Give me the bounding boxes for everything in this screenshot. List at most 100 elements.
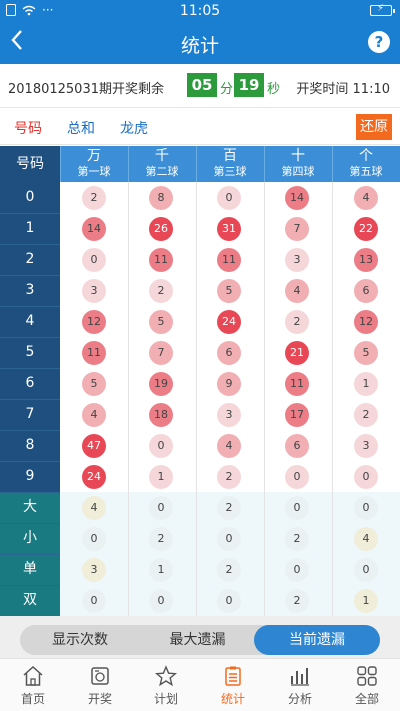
- nav-analysis[interactable]: 分析: [267, 659, 333, 711]
- nav-stats[interactable]: 统计: [200, 659, 266, 711]
- miss-count-cell: 0: [354, 465, 378, 489]
- miss-count-cell: 0: [354, 496, 378, 520]
- miss-count-cell: 0: [149, 496, 173, 520]
- miss-count-cell: 4: [217, 434, 241, 458]
- miss-count-cell: 0: [149, 589, 173, 613]
- miss-count-cell: 1: [149, 558, 173, 582]
- column-header: 十第四球: [264, 146, 331, 182]
- minutes-unit: 分: [220, 82, 234, 97]
- tab-number[interactable]: 号码: [14, 118, 42, 138]
- miss-count-cell: 3: [82, 279, 106, 303]
- tab-dragon-tiger[interactable]: 龙虎: [120, 118, 148, 138]
- wifi-icon: [22, 5, 36, 15]
- miss-count-cell: 0: [82, 527, 106, 551]
- miss-count-cell: 5: [82, 372, 106, 396]
- sim-icon: [6, 4, 16, 16]
- miss-count-cell: 3: [285, 248, 309, 272]
- row-header-label: 号码: [0, 146, 60, 182]
- nav-all[interactable]: 全部: [334, 659, 400, 711]
- row-label-attribute: 大: [0, 492, 60, 523]
- miss-count-cell: 5: [354, 341, 378, 365]
- status-bar: ··· 11:05 ⚡: [0, 0, 400, 22]
- miss-count-cell: 2: [217, 496, 241, 520]
- seconds-box: 19: [234, 73, 264, 97]
- miss-count-cell: 24: [217, 310, 241, 334]
- miss-count-cell: 2: [285, 527, 309, 551]
- miss-count-cell: 12: [82, 310, 106, 334]
- miss-count-cell: 12: [354, 310, 378, 334]
- view-mode-bar: 显示次数 最大遗漏 当前遗漏: [0, 616, 400, 658]
- view-mode-switch: 显示次数 最大遗漏 当前遗漏: [20, 625, 380, 655]
- tab-sum[interactable]: 总和: [67, 118, 95, 138]
- miss-count-cell: 18: [149, 403, 173, 427]
- column-header: 个第五球: [332, 146, 399, 182]
- row-divider: [0, 430, 60, 431]
- miss-count-cell: 2: [285, 310, 309, 334]
- row-divider: [0, 337, 60, 338]
- seg-max-miss[interactable]: 最大遗漏: [140, 625, 255, 655]
- nav-home[interactable]: 首页: [0, 659, 66, 711]
- column-header: 千第二球: [128, 146, 195, 182]
- nav-lottery[interactable]: 开奖: [67, 659, 133, 711]
- miss-count-cell: 0: [217, 589, 241, 613]
- restore-button[interactable]: 还原: [356, 114, 392, 140]
- miss-count-cell: 0: [217, 527, 241, 551]
- miss-count-cell: 0: [217, 186, 241, 210]
- miss-count-cell: 2: [217, 558, 241, 582]
- grid-line: [128, 182, 129, 616]
- miss-count-cell: 0: [354, 558, 378, 582]
- table-header: 号码 万第一球 千第二球 百第三球 十第四球 个第五球: [0, 146, 400, 182]
- open-time: 开奖时间 11:10: [296, 82, 390, 97]
- status-dots: ···: [42, 3, 54, 17]
- miss-count-cell: 14: [285, 186, 309, 210]
- miss-count-cell: 2: [149, 527, 173, 551]
- miss-count-cell: 11: [285, 372, 309, 396]
- miss-count-cell: 11: [217, 248, 241, 272]
- analysis-icon: [291, 668, 309, 686]
- row-divider: [0, 461, 60, 462]
- miss-count-cell: 14: [82, 217, 106, 241]
- miss-count-cell: 13: [354, 248, 378, 272]
- row-label-attribute: 单: [0, 554, 60, 585]
- miss-count-cell: 26: [149, 217, 173, 241]
- miss-count-cell: 9: [217, 372, 241, 396]
- row-divider: [0, 554, 60, 555]
- status-time: 11:05: [179, 3, 221, 19]
- row-divider: [0, 368, 60, 369]
- seg-current-miss[interactable]: 当前遗漏: [254, 625, 380, 655]
- miss-count-cell: 0: [149, 434, 173, 458]
- row-divider: [0, 244, 60, 245]
- lottery-icon: [91, 667, 109, 685]
- row-label-number: 8: [0, 430, 60, 461]
- miss-count-cell: 2: [82, 186, 106, 210]
- nav-plan[interactable]: 计划: [133, 659, 199, 711]
- miss-count-cell: 3: [354, 434, 378, 458]
- miss-count-cell: 0: [285, 558, 309, 582]
- row-divider: [0, 399, 60, 400]
- miss-count-cell: 21: [285, 341, 309, 365]
- miss-count-cell: 1: [354, 589, 378, 613]
- period-label: 20180125031期开奖剩余: [8, 82, 164, 97]
- grid-line: [264, 182, 265, 616]
- help-button[interactable]: ?: [368, 31, 390, 53]
- row-label-number: 0: [0, 182, 60, 213]
- row-divider: [0, 275, 60, 276]
- row-label-number: 3: [0, 275, 60, 306]
- miss-count-cell: 2: [217, 465, 241, 489]
- miss-count-cell: 24: [82, 465, 106, 489]
- miss-count-cell: 11: [82, 341, 106, 365]
- page-title: 统计: [180, 35, 219, 57]
- seg-show-count[interactable]: 显示次数: [20, 625, 140, 655]
- row-divider: [0, 523, 60, 524]
- miss-count-cell: 0: [82, 589, 106, 613]
- star-icon: [155, 665, 177, 687]
- miss-count-cell: 7: [285, 217, 309, 241]
- battery-icon: ⚡: [370, 3, 395, 16]
- row-label-number: 5: [0, 337, 60, 368]
- seconds-unit: 秒: [267, 82, 281, 97]
- miss-count-cell: 6: [285, 434, 309, 458]
- row-divider: [0, 585, 60, 586]
- countdown-bar: 20180125031期开奖剩余 05 分 19 秒 开奖时间 11:10: [0, 64, 400, 108]
- miss-count-cell: 17: [285, 403, 309, 427]
- row-divider: [0, 213, 60, 214]
